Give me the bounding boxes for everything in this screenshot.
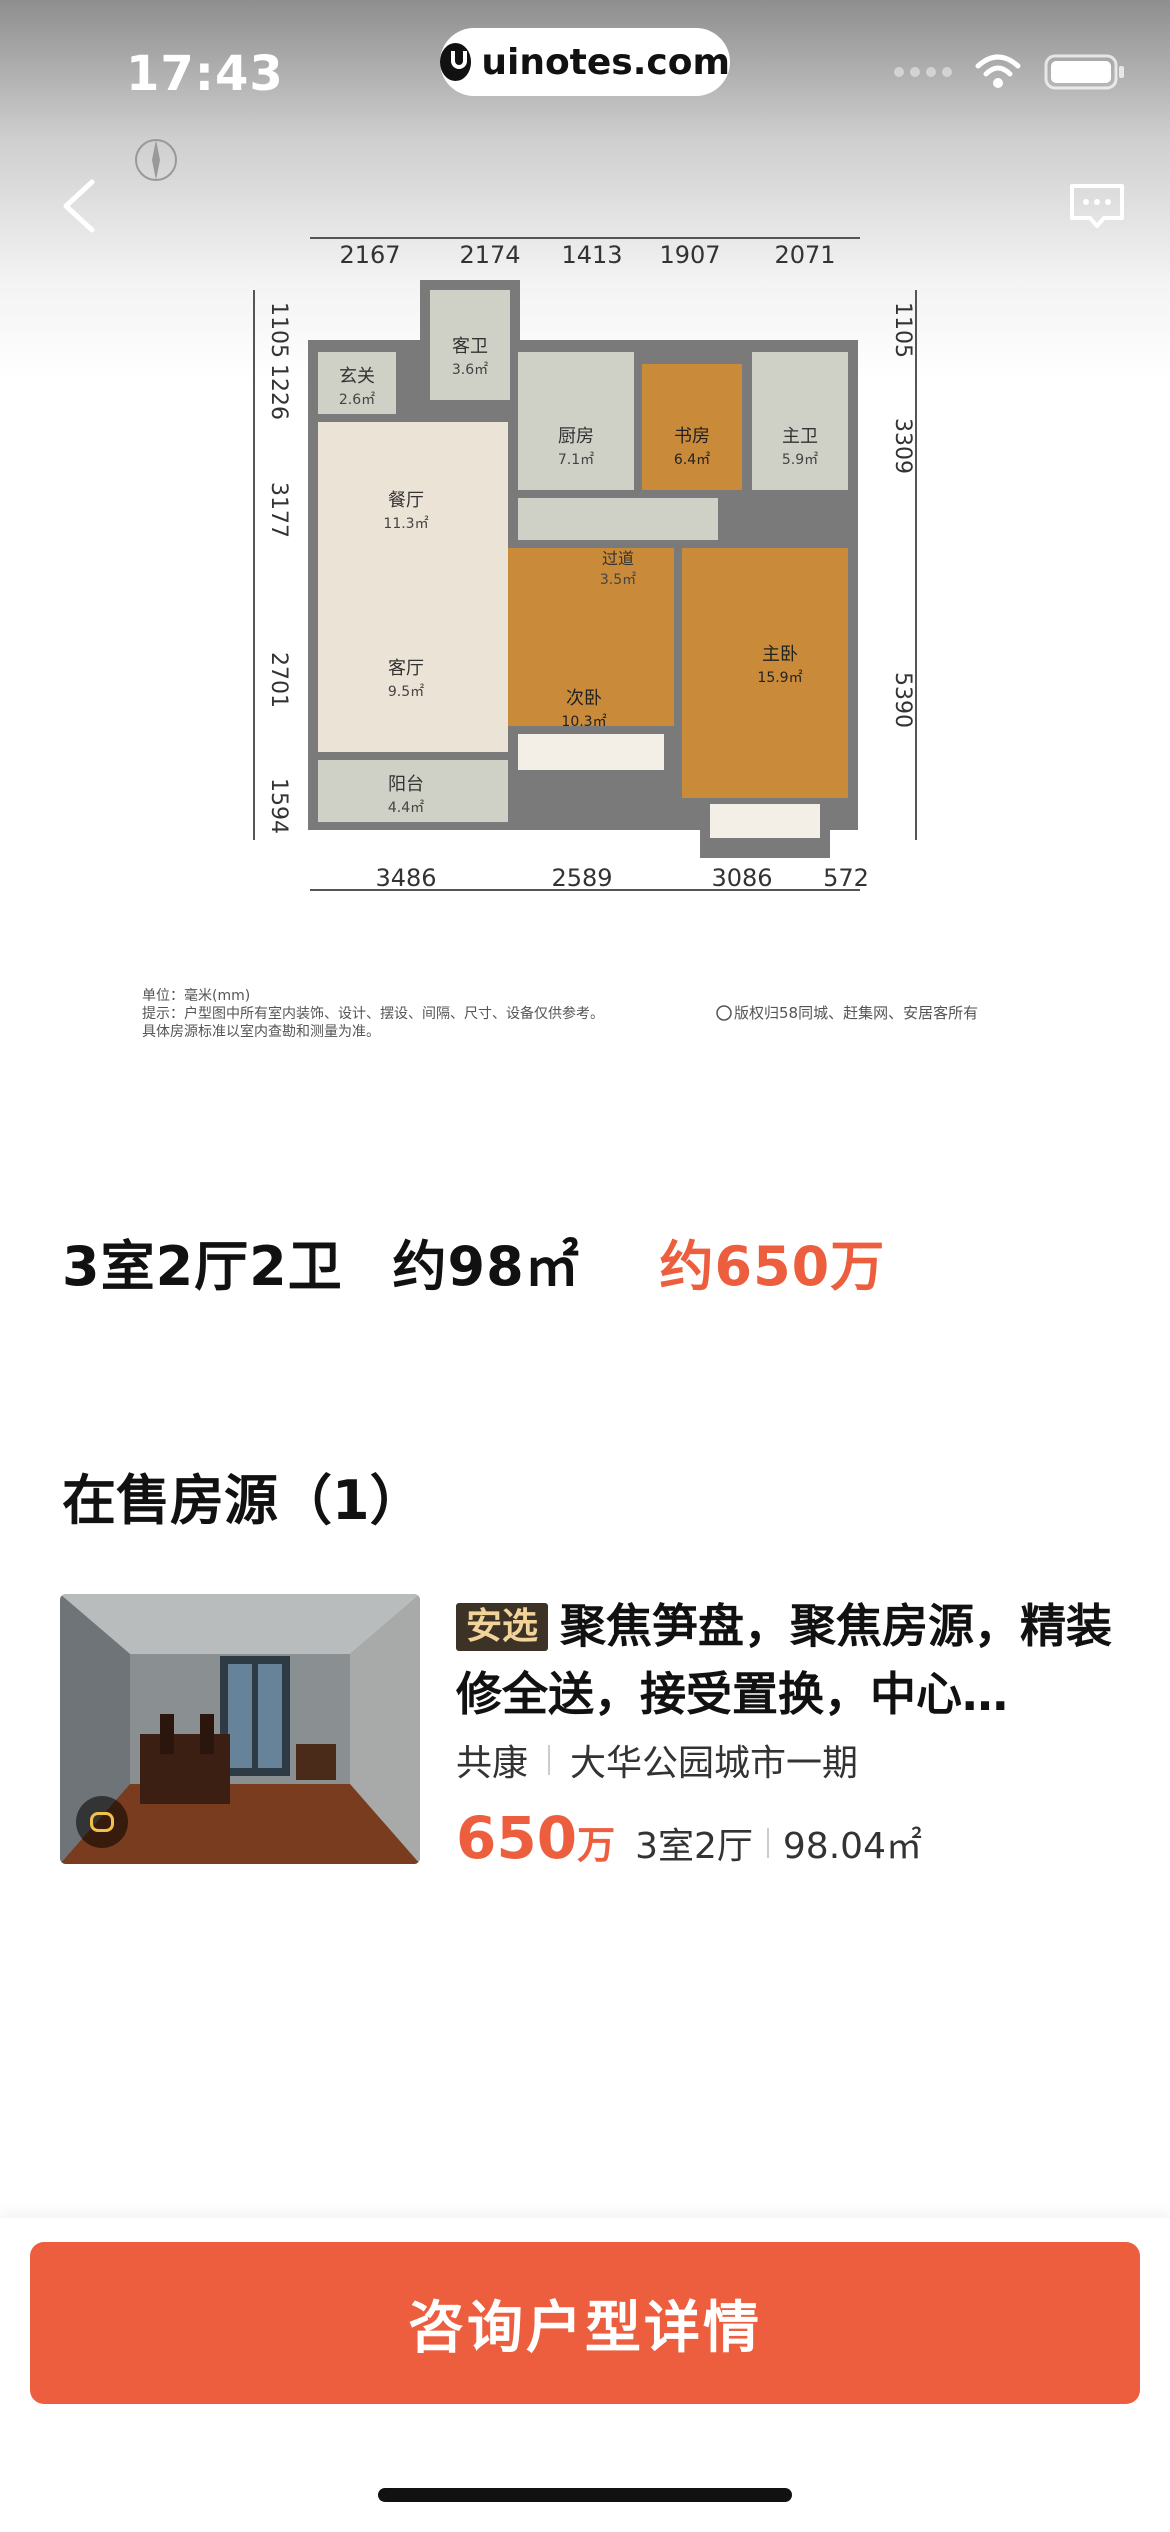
consult-button[interactable]: 咨询户型详情 bbox=[30, 2242, 1140, 2404]
listing-price-row: 650 万 3室2厅 98.04㎡ bbox=[456, 1804, 922, 1872]
panorama-icon[interactable] bbox=[76, 1796, 128, 1848]
status-time: 17:43 bbox=[126, 46, 284, 102]
floorplan-area[interactable]: 2167 2174 1413 1907 2071 3486 2589 3086 … bbox=[0, 0, 1170, 1120]
room-label-living: 客厅 bbox=[388, 658, 424, 679]
dim-left-5: 1594 bbox=[266, 778, 291, 834]
room-area-foyer: 2.6㎡ bbox=[339, 392, 375, 408]
section-title: 在售房源（1） bbox=[62, 1469, 424, 1532]
room-area-living: 9.5㎡ bbox=[388, 684, 424, 700]
dim-top-3: 1413 bbox=[561, 241, 622, 269]
dim-left-2: 1226 bbox=[266, 364, 291, 420]
summary-price: 约650万 bbox=[659, 1235, 886, 1298]
back-icon[interactable] bbox=[54, 176, 104, 236]
listing-card[interactable]: 安选 聚焦笋盘，聚焦房源，精装修全送，接受置换，中心… 共康 大华公园城市一期 6… bbox=[60, 1592, 1120, 1872]
listing-thumbnail[interactable] bbox=[60, 1594, 420, 1864]
room-area-study: 6.4㎡ bbox=[674, 452, 710, 468]
room-corridor bbox=[518, 498, 718, 540]
dim-bottom-2: 2589 bbox=[551, 864, 612, 892]
room-area-balcony: 4.4㎡ bbox=[388, 800, 424, 816]
dim-right-2: 3309 bbox=[890, 418, 915, 474]
room-label-master-bedroom: 主卧 bbox=[762, 644, 798, 665]
divider bbox=[548, 1745, 551, 1775]
dim-left-1: 1105 bbox=[266, 302, 291, 358]
wifi-icon bbox=[975, 54, 1021, 88]
bottom-bar: 咨询户型详情 bbox=[0, 2218, 1170, 2532]
dim-top-1: 2167 bbox=[339, 241, 400, 269]
dim-bottom-4: 572 bbox=[823, 864, 869, 892]
dim-bottom-3: 3086 bbox=[711, 864, 772, 892]
url-text: uinotes.com bbox=[481, 41, 730, 83]
room-area-master-bedroom: 15.9㎡ bbox=[757, 670, 802, 686]
listing-layout: 3室2厅 bbox=[635, 1826, 753, 1867]
room-area-second-bedroom: 10.3㎡ bbox=[561, 714, 606, 730]
status-bar: 17:43 uinotes.com bbox=[0, 0, 1170, 150]
site-logo-icon bbox=[440, 43, 472, 81]
dim-left-4: 2701 bbox=[266, 652, 291, 708]
dim-top-2: 2174 bbox=[459, 241, 520, 269]
plan-note-tip: 提示：户型图中所有室内装饰、设计、摆设、间隔、尺寸、设备仅供参考。 bbox=[142, 1005, 604, 1022]
room-kitchen bbox=[518, 352, 634, 490]
room-area-master-bath: 5.9㎡ bbox=[782, 452, 818, 468]
floorplan-drawing[interactable]: 2167 2174 1413 1907 2071 3486 2589 3086 … bbox=[120, 120, 1060, 1100]
signal-icon bbox=[894, 67, 952, 77]
plan-note-unit: 单位：毫米(mm) bbox=[142, 987, 250, 1004]
status-icons bbox=[894, 52, 1126, 92]
dim-left-3: 3177 bbox=[266, 482, 291, 538]
room-label-corridor: 过道 bbox=[602, 549, 634, 568]
listing-title-block[interactable]: 安选 聚焦笋盘，聚焦房源，精装修全送，接受置换，中心… bbox=[456, 1592, 1120, 1728]
summary-area: 约98㎡ bbox=[392, 1235, 580, 1298]
room-dining-living bbox=[318, 422, 508, 752]
listing-district: 共康 bbox=[456, 1743, 529, 1784]
room-label-kitchen: 厨房 bbox=[558, 426, 594, 447]
room-master-bath bbox=[752, 352, 848, 490]
room-area-kitchen: 7.1㎡ bbox=[558, 452, 594, 468]
listing-price: 650 bbox=[456, 1804, 578, 1872]
url-pill[interactable]: uinotes.com bbox=[440, 28, 730, 96]
listing-community: 大华公园城市一期 bbox=[570, 1743, 859, 1784]
home-indicator[interactable] bbox=[378, 2488, 792, 2502]
dim-top-5: 2071 bbox=[774, 241, 835, 269]
room-label-balcony: 阳台 bbox=[388, 774, 424, 795]
room-area-guest-bath: 3.6㎡ bbox=[452, 362, 488, 378]
room-label-study: 书房 bbox=[674, 426, 710, 447]
listing-price-unit: 万 bbox=[577, 1823, 616, 1867]
room-label-dining: 餐厅 bbox=[388, 490, 424, 511]
dim-top-4: 1907 bbox=[659, 241, 720, 269]
dim-bottom-1: 3486 bbox=[375, 864, 436, 892]
room-label-second-bedroom: 次卧 bbox=[566, 688, 602, 709]
dim-right-1: 1105 bbox=[890, 302, 915, 358]
listing-location: 共康 大华公园城市一期 bbox=[456, 1734, 858, 1786]
plan-copyright: 版权归58同城、赶集网、安居客所有 bbox=[734, 1004, 978, 1022]
listing-area: 98.04㎡ bbox=[782, 1826, 922, 1867]
room-area-corridor: 3.5㎡ bbox=[600, 572, 636, 588]
room-area-dining: 11.3㎡ bbox=[383, 516, 428, 532]
summary-layout: 3室2厅2卫 bbox=[62, 1235, 343, 1298]
room-label-foyer: 玄关 bbox=[339, 366, 375, 387]
room-label-guest-bath: 客卫 bbox=[452, 336, 488, 357]
plan-note-tip2: 具体房源标准以室内查勘和测量为准。 bbox=[142, 1023, 380, 1040]
layout-summary: 3室2厅2卫 约98㎡ 约650万 bbox=[62, 1222, 885, 1301]
room-label-master-bath: 主卫 bbox=[782, 426, 818, 447]
listing-title: 聚焦笋盘，聚焦房源，精装修全送，接受置换，中心… bbox=[456, 1599, 1113, 1721]
copyright-icon bbox=[716, 1005, 732, 1021]
divider bbox=[766, 1828, 769, 1858]
message-icon[interactable] bbox=[1068, 180, 1126, 232]
anxuan-tag: 安选 bbox=[456, 1603, 549, 1651]
battery-icon bbox=[1044, 54, 1124, 90]
dim-right-3: 5390 bbox=[890, 672, 915, 728]
